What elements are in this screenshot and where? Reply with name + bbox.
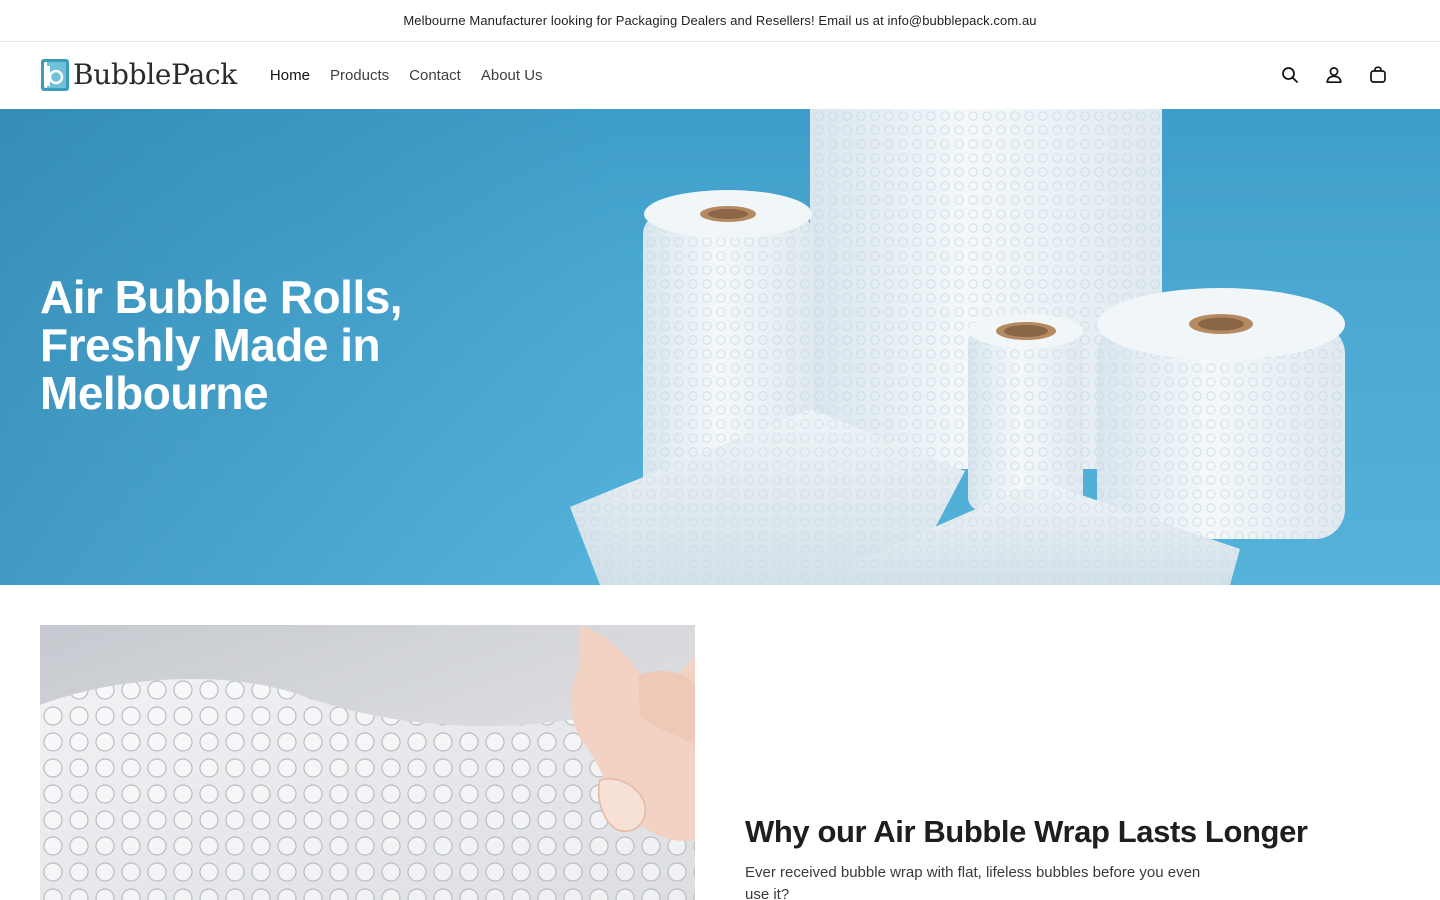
header-icons [1268,42,1400,108]
search-icon [1282,67,1298,83]
main-nav: Home Products Contact About Us [260,61,553,90]
cart-icon [1370,66,1386,83]
nav-products[interactable]: Products [320,61,399,90]
bubble-wrap-hand-image [40,625,695,900]
bubblepack-logo-icon [41,59,69,91]
nav-contact[interactable]: Contact [399,61,471,90]
site-header: BubblePack Home Products Contact About U… [0,42,1440,108]
cart-button[interactable] [1356,53,1400,97]
nav-about-us[interactable]: About Us [471,61,553,90]
nav-home[interactable]: Home [260,61,320,90]
feature-title: Why our Air Bubble Wrap Lasts Longer [745,814,1308,849]
logo-link[interactable]: BubblePack [40,55,237,95]
announcement-bar: Melbourne Manufacturer looking for Packa… [0,0,1440,42]
hero-title: Air Bubble Rolls, Freshly Made in Melbou… [40,271,403,419]
announcement-text: Melbourne Manufacturer looking for Packa… [403,13,1037,28]
account-icon [1326,67,1342,84]
feature-description: Ever received bubble wrap with flat, lif… [745,864,1201,900]
logo-text: BubblePack [73,58,237,91]
hero-banner: Air Bubble Rolls, Freshly Made in Melbou… [0,109,1440,585]
feature-image [40,625,695,900]
account-button[interactable] [1312,53,1356,97]
search-button[interactable] [1268,53,1312,97]
